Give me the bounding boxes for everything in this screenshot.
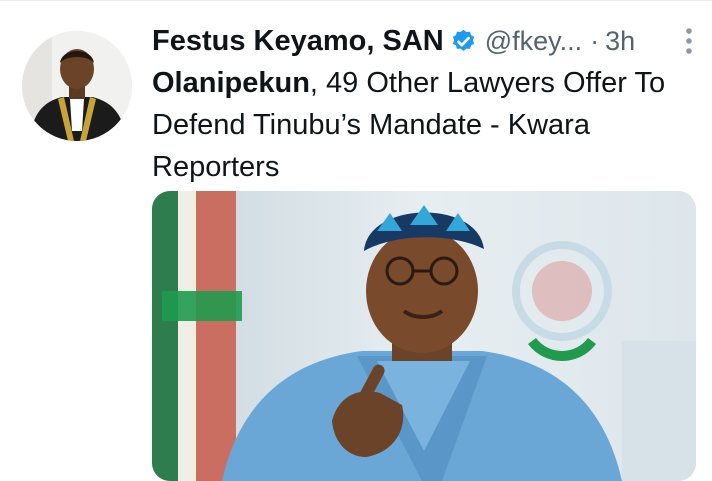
- media-photo: [152, 191, 696, 481]
- avatar-photo: [22, 31, 132, 141]
- tweet-text: Olanipekun, 49 Other Lawyers Offer To De…: [152, 62, 700, 188]
- avatar[interactable]: [22, 31, 132, 141]
- top-divider: [0, 0, 712, 1]
- more-vertical-icon[interactable]: [684, 26, 694, 56]
- author-handle[interactable]: @fkey...: [485, 26, 582, 57]
- tweet-header: Festus Keyamo, SAN @fkey... · 3h: [152, 22, 700, 60]
- separator-dot: ·: [590, 25, 600, 56]
- tweet-media-image[interactable]: [152, 191, 696, 481]
- tweet-text-bold: Olanipekun: [152, 67, 310, 99]
- author-name[interactable]: Festus Keyamo, SAN: [152, 25, 444, 58]
- tweet-timestamp[interactable]: 3h: [605, 26, 635, 57]
- verified-badge-icon: [452, 29, 474, 51]
